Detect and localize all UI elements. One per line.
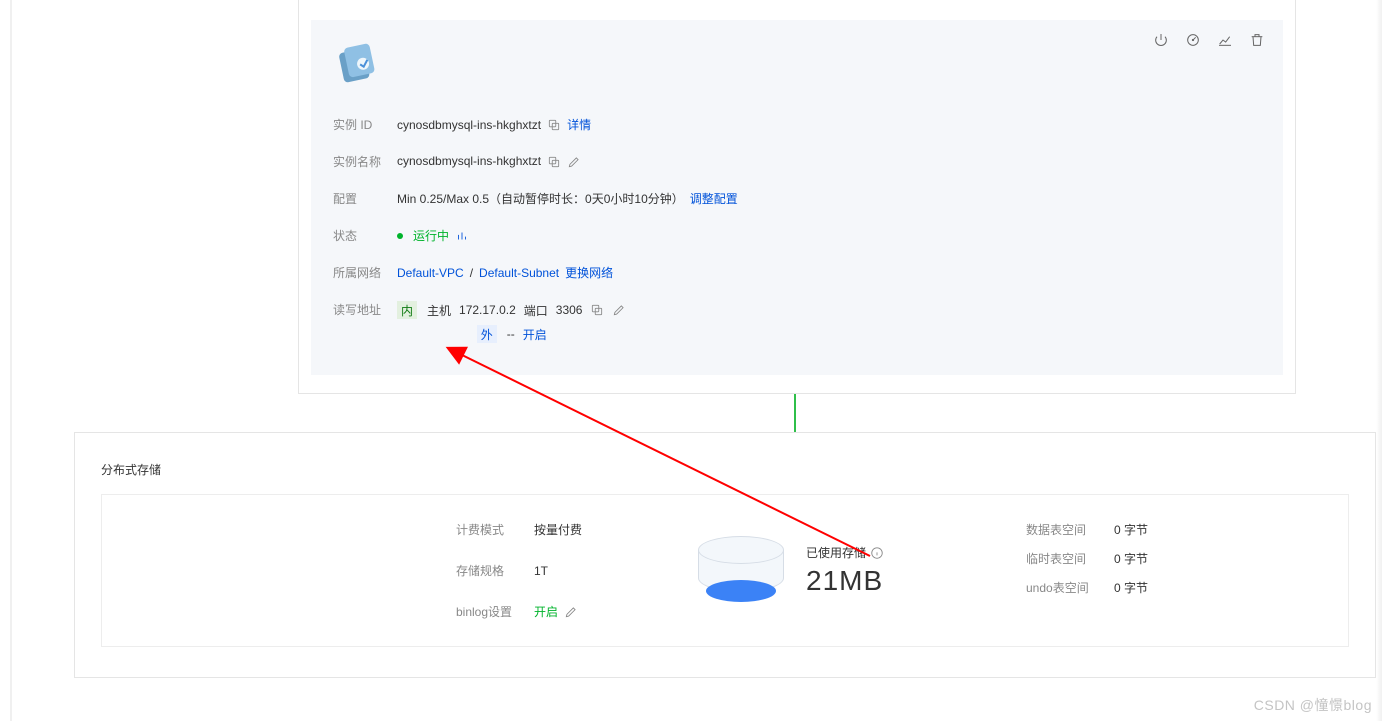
space-row-label: 数据表空间 (1026, 521, 1114, 538)
space-row-2: undo表空间 0 字节 (1026, 579, 1148, 596)
instance-id-label: 实例 ID (333, 116, 397, 133)
storage-title: 分布式存储 (101, 461, 1349, 478)
instance-action-bar (1153, 32, 1265, 51)
space-row-value: 0 字节 (1114, 550, 1148, 567)
storage-spec-value: 1T (534, 562, 548, 579)
storage-inner: 计费模式 按量付费 存储规格 1T binlog设置 开启 (101, 494, 1349, 647)
port-label: 端口 (524, 302, 548, 319)
instance-card: 实例 ID cynosdbmysql-ins-hkghxtzt 详情 实例名称 … (298, 0, 1296, 394)
storage-card: 分布式存储 计费模式 按量付费 存储规格 1T binlog设置 开启 (74, 432, 1376, 678)
external-enable-link[interactable]: 开启 (523, 326, 547, 343)
external-badge: 外 (477, 325, 497, 343)
binlog-row: binlog设置 开启 (456, 603, 676, 620)
storage-spec-row: 存储规格 1T (456, 562, 676, 579)
space-row-0: 数据表空间 0 字节 (1026, 521, 1148, 538)
space-row-label: 临时表空间 (1026, 550, 1114, 567)
config-label: 配置 (333, 190, 397, 207)
host-value: 172.17.0.2 (459, 303, 516, 317)
adjust-config-link[interactable]: 调整配置 (690, 190, 738, 207)
space-row-value: 0 字节 (1114, 521, 1148, 538)
external-placeholder: -- (507, 327, 515, 341)
storage-spec-label: 存储规格 (456, 562, 534, 579)
host-label: 主机 (427, 302, 451, 319)
status-dot-icon (397, 233, 403, 239)
network-subnet-link[interactable]: Default-Subnet (479, 266, 559, 280)
billing-mode-value: 按量付费 (534, 521, 582, 538)
chart-line-icon[interactable] (1217, 32, 1233, 51)
edit-icon[interactable] (612, 303, 626, 318)
billing-mode-row: 计费模式 按量付费 (456, 521, 676, 538)
instance-name-label: 实例名称 (333, 153, 397, 170)
instance-name-value: cynosdbmysql-ins-hkghxtzt (397, 154, 541, 168)
copy-icon[interactable] (547, 117, 561, 132)
binlog-value: 开启 (534, 603, 578, 620)
trash-icon[interactable] (1249, 32, 1265, 51)
target-icon[interactable] (1185, 32, 1201, 51)
instance-status-row: 状态 运行中 (333, 217, 1261, 254)
instance-network-row: 所属网络 Default-VPC / Default-Subnet 更换网络 (333, 254, 1261, 291)
copy-icon[interactable] (547, 154, 561, 169)
power-icon[interactable] (1153, 32, 1169, 51)
network-vpc-link[interactable]: Default-VPC (397, 266, 464, 280)
instance-detail-link[interactable]: 详情 (567, 116, 591, 133)
address-label: 读写地址 (333, 301, 397, 318)
connector-line (794, 394, 796, 434)
monitor-bars-icon[interactable] (455, 228, 469, 243)
database-icon (333, 40, 381, 88)
storage-disk-col (676, 521, 806, 620)
status-value: 运行中 (413, 227, 449, 244)
watermark: CSDN @憧憬blog (1254, 695, 1372, 715)
config-value: Min 0.25/Max 0.5（自动暂停时长：0天0小时10分钟） (397, 190, 684, 207)
disk-usage-icon (698, 536, 784, 606)
instance-id-value: cynosdbmysql-ins-hkghxtzt (397, 118, 541, 132)
external-address: 外 -- 开启 (477, 325, 547, 343)
billing-mode-label: 计费模式 (456, 521, 534, 538)
internal-badge: 内 (397, 301, 417, 319)
network-change-link[interactable]: 更换网络 (565, 264, 613, 281)
space-row-value: 0 字节 (1114, 579, 1148, 596)
network-sep: / (470, 266, 473, 280)
space-row-label: undo表空间 (1026, 579, 1114, 596)
status-label: 状态 (333, 227, 397, 244)
binlog-label: binlog设置 (456, 603, 534, 620)
instance-id-row: 实例 ID cynosdbmysql-ins-hkghxtzt 详情 (333, 106, 1261, 143)
used-storage-value: 21MB (806, 565, 986, 597)
storage-space-col: 数据表空间 0 字节 临时表空间 0 字节 undo表空间 0 字节 (1026, 521, 1148, 620)
network-label: 所属网络 (333, 264, 397, 281)
info-icon[interactable] (870, 545, 884, 560)
instance-name-row: 实例名称 cynosdbmysql-ins-hkghxtzt (333, 143, 1261, 180)
instance-config-row: 配置 Min 0.25/Max 0.5（自动暂停时长：0天0小时10分钟） 调整… (333, 180, 1261, 217)
storage-usage-col: 已使用存储 21MB (806, 521, 986, 620)
port-value: 3306 (556, 303, 583, 317)
storage-billing-col: 计费模式 按量付费 存储规格 1T binlog设置 开启 (456, 521, 676, 620)
used-storage-label: 已使用存储 (806, 544, 866, 561)
edit-icon[interactable] (567, 154, 581, 169)
edit-icon[interactable] (564, 604, 578, 619)
internal-address: 内 主机 172.17.0.2 端口 3306 (397, 301, 626, 319)
instance-detail-block: 实例 ID cynosdbmysql-ins-hkghxtzt 详情 实例名称 … (311, 20, 1283, 375)
copy-icon[interactable] (590, 303, 604, 318)
instance-address-row: 读写地址 内 主机 172.17.0.2 端口 3306 外 -- 开启 (333, 291, 1261, 353)
space-row-1: 临时表空间 0 字节 (1026, 550, 1148, 567)
instance-card-header (299, 0, 1295, 14)
